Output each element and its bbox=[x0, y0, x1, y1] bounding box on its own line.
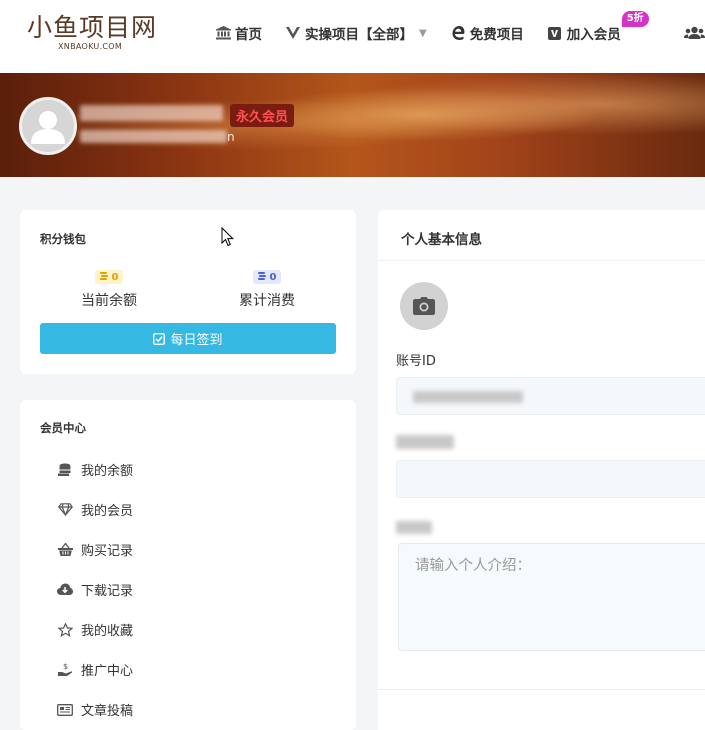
email-redacted bbox=[80, 130, 227, 143]
top-navbar: 小鱼项目网 XNBAOKU.COM 首页 实操项目【全部】 ▼ 免费项目 加入会… bbox=[0, 0, 705, 73]
account-id-field[interactable] bbox=[396, 377, 705, 415]
coins-icon bbox=[56, 462, 74, 478]
spent-label: 累计消费 bbox=[239, 293, 295, 309]
menu-label: 文章投稿 bbox=[81, 704, 134, 719]
coins-icon bbox=[257, 271, 267, 283]
edge-icon bbox=[450, 25, 466, 41]
bio-placeholder: 请输入个人介绍： bbox=[415, 558, 531, 574]
coins-icon bbox=[99, 271, 109, 283]
menu-label: 我的会员 bbox=[81, 504, 134, 519]
profile-title: 个人基本信息 bbox=[401, 232, 482, 248]
profile-avatar-upload[interactable] bbox=[400, 282, 448, 330]
spent-pill: 0 bbox=[252, 270, 282, 284]
nav-join-vip-label: 加入会员 bbox=[566, 27, 621, 43]
divider bbox=[378, 260, 705, 261]
balance-pill: 0 bbox=[94, 270, 124, 284]
divider bbox=[378, 689, 705, 690]
logo-subtext: XNBAOKU.COM bbox=[58, 42, 123, 51]
profile-card: 个人基本信息 账号ID 请输入个人介绍： bbox=[378, 210, 705, 730]
camera-icon bbox=[413, 297, 435, 315]
member-center-title: 会员中心 bbox=[40, 421, 86, 435]
spent-value: 0 bbox=[269, 271, 277, 283]
wallet-title: 积分钱包 bbox=[40, 232, 86, 246]
user-banner: 永久会员 n bbox=[0, 73, 705, 177]
basket-icon bbox=[56, 542, 74, 558]
nav-home-label: 首页 bbox=[235, 27, 262, 43]
menu-my-favorites[interactable]: 我的收藏 bbox=[56, 620, 133, 639]
menu-purchase-records[interactable]: 购买记录 bbox=[56, 540, 133, 559]
mouse-cursor-icon bbox=[221, 226, 235, 251]
newspaper-icon bbox=[56, 702, 74, 718]
member-center-card: 会员中心 我的余额 我的会员 购买记录 下载记录 我的收藏 $ 推广中心 文章投… bbox=[20, 400, 356, 730]
discount-badge: 5折 bbox=[621, 11, 649, 27]
menu-label: 下载记录 bbox=[81, 584, 134, 599]
diamond-icon bbox=[56, 502, 74, 518]
menu-my-vip[interactable]: 我的会员 bbox=[56, 500, 133, 519]
checkin-label: 每日签到 bbox=[170, 333, 223, 348]
balance-label: 当前余额 bbox=[81, 293, 137, 309]
menu-label: 我的余额 bbox=[81, 464, 134, 479]
nickname-field[interactable] bbox=[396, 460, 705, 498]
menu-my-balance[interactable]: 我的余额 bbox=[56, 460, 133, 479]
balance-value: 0 bbox=[111, 271, 119, 283]
checkbox-icon bbox=[153, 332, 166, 345]
star-icon bbox=[56, 622, 74, 638]
menu-label: 我的收藏 bbox=[81, 624, 134, 639]
hand-money-icon: $ bbox=[56, 662, 74, 678]
vip-badge: 永久会员 bbox=[230, 104, 295, 127]
bank-icon bbox=[215, 25, 231, 41]
users-icon[interactable] bbox=[684, 25, 705, 44]
nav-projects[interactable]: 实操项目【全部】 ▼ bbox=[285, 23, 427, 43]
account-id-redacted bbox=[413, 391, 523, 403]
spent-stat: 0 累计消费 bbox=[212, 265, 322, 310]
site-logo[interactable]: 小鱼项目网 XNBAOKU.COM bbox=[27, 13, 158, 51]
nav-free[interactable]: 免费项目 bbox=[450, 23, 524, 43]
daily-checkin-button[interactable]: 每日签到 bbox=[40, 323, 336, 354]
menu-download-records[interactable]: 下载记录 bbox=[56, 580, 133, 599]
cloud-download-icon bbox=[56, 582, 74, 598]
wallet-card: 积分钱包 0 当前余额 0 累计消费 每日签到 bbox=[20, 210, 356, 374]
account-id-label: 账号ID bbox=[396, 354, 436, 369]
avatar[interactable] bbox=[19, 97, 77, 155]
nav-home[interactable]: 首页 bbox=[215, 23, 262, 43]
nav-join-vip[interactable]: 加入会员 5折 bbox=[547, 11, 649, 43]
bio-textarea[interactable]: 请输入个人介绍： bbox=[398, 543, 705, 651]
menu-promotion-center[interactable]: $ 推广中心 bbox=[56, 660, 133, 679]
bio-label-redacted bbox=[396, 521, 432, 534]
menu-label: 购买记录 bbox=[81, 544, 134, 559]
svg-text:$: $ bbox=[63, 662, 68, 671]
menu-article-submit[interactable]: 文章投稿 bbox=[56, 700, 133, 719]
vuejs-icon bbox=[285, 25, 301, 41]
nav-projects-label: 实操项目【全部】 bbox=[305, 27, 413, 43]
main-nav: 首页 实操项目【全部】 ▼ 免费项目 加入会员 5折 bbox=[215, 11, 649, 44]
chevron-down-icon: ▼ bbox=[419, 27, 427, 39]
balance-stat: 0 当前余额 bbox=[54, 265, 164, 310]
username-redacted bbox=[80, 105, 223, 121]
logo-text: 小鱼项目网 bbox=[27, 13, 158, 42]
menu-label: 推广中心 bbox=[81, 664, 134, 679]
email-tail: n bbox=[227, 130, 235, 144]
vip-icon bbox=[547, 25, 563, 41]
nav-free-label: 免费项目 bbox=[469, 27, 524, 43]
nickname-label-redacted bbox=[396, 435, 454, 449]
